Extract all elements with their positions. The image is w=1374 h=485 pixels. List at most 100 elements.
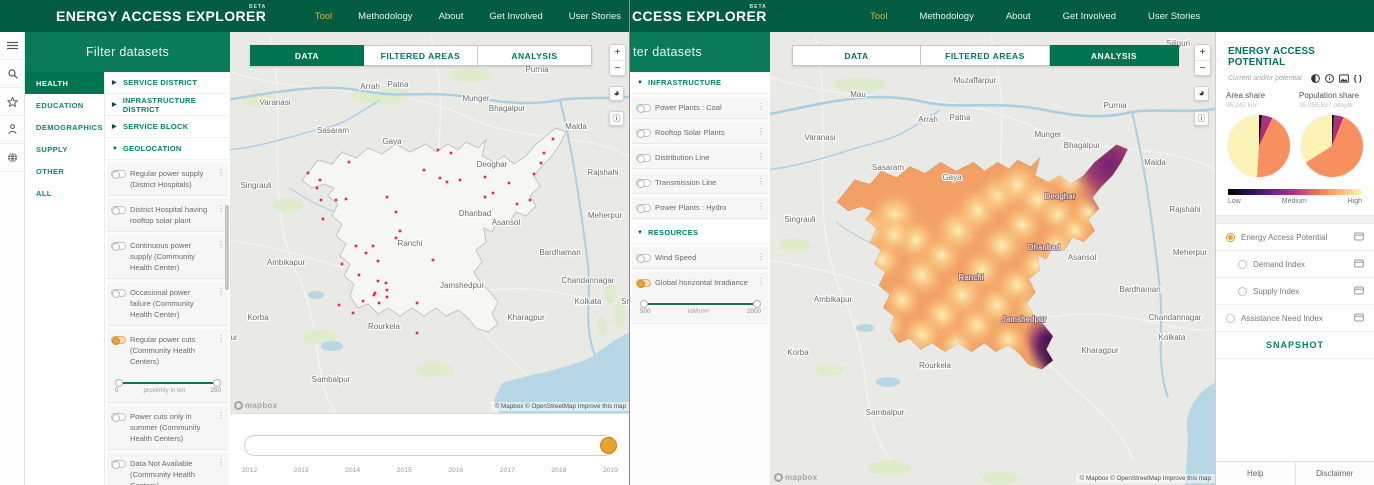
kebab-menu-icon[interactable]: ⋮: [757, 177, 765, 188]
mapbox-logo[interactable]: mapbox: [234, 401, 277, 410]
dataset-row[interactable]: Continuous power supply (Community Healt…: [107, 235, 228, 279]
radio-button[interactable]: [1226, 232, 1235, 242]
nav-item-methodology[interactable]: Methodology: [358, 11, 412, 22]
tab-analysis[interactable]: ANALYSIS: [1050, 45, 1179, 66]
dataset-toggle[interactable]: [111, 413, 126, 422]
app-logo[interactable]: ENERGY ACCESS EXPLORER BETA: [56, 4, 266, 24]
sidebar-category-health[interactable]: HEALTH: [25, 72, 104, 94]
kebab-menu-icon[interactable]: ⋮: [217, 411, 225, 444]
map-canvas[interactable]: SiliguriMuzaffarpurMauPurniaVaranasiArra…: [770, 32, 1215, 485]
scrollbar[interactable]: [225, 205, 229, 290]
index-option-demand-index[interactable]: Demand Index: [1216, 251, 1374, 278]
slider-knob-max[interactable]: [753, 299, 761, 308]
dataset-row[interactable]: Transmission Line ⋮: [632, 172, 768, 194]
kebab-menu-icon[interactable]: ⋮: [217, 458, 225, 485]
globe-icon[interactable]: [0, 144, 25, 172]
export-icon[interactable]: [1354, 255, 1364, 273]
star-icon[interactable]: [0, 88, 25, 116]
dataset-toggle[interactable]: [111, 289, 126, 298]
nav-item-get-involved[interactable]: Get Involved: [1063, 11, 1116, 22]
dataset-row[interactable]: Regular power cuts (Community Health Cen…: [107, 329, 228, 403]
code-icon[interactable]: { }: [1354, 74, 1362, 83]
export-icon[interactable]: [1354, 309, 1364, 327]
sidebar-category-all[interactable]: ALL: [25, 182, 104, 204]
list-icon[interactable]: [0, 32, 25, 60]
slider-knob-min[interactable]: [640, 299, 648, 308]
timeline-knob[interactable]: [600, 437, 617, 454]
slider-knob-min[interactable]: [115, 378, 123, 387]
contrast-icon[interactable]: [1310, 74, 1320, 83]
image-icon[interactable]: [1338, 74, 1349, 83]
nav-item-about[interactable]: About: [439, 11, 464, 22]
zoom-in-button[interactable]: +: [610, 45, 625, 60]
dataset-toggle[interactable]: [111, 242, 126, 251]
basemap-icon[interactable]: ◕: [609, 86, 624, 101]
kebab-menu-icon[interactable]: ⋮: [757, 102, 765, 113]
nav-item-get-involved[interactable]: Get Involved: [489, 11, 542, 22]
kebab-menu-icon[interactable]: ⋮: [757, 127, 765, 138]
dataset-row[interactable]: Data Not Available (Community Health Cen…: [107, 453, 228, 485]
dataset-toggle[interactable]: [636, 204, 651, 213]
radio-button[interactable]: [1238, 286, 1247, 296]
dataset-toggle[interactable]: [636, 254, 651, 263]
map-attribution[interactable]: © Mapbox © OpenStreetMap Improve this ma…: [490, 402, 629, 411]
kebab-menu-icon[interactable]: ⋮: [217, 287, 225, 320]
export-icon[interactable]: [1354, 282, 1364, 300]
map-attribution[interactable]: © Mapbox © OpenStreetMap Improve this ma…: [1075, 474, 1215, 483]
export-icon[interactable]: [1354, 228, 1364, 246]
nav-item-user-stories[interactable]: User Stories: [569, 11, 621, 22]
dataset-row[interactable]: Power Plants : Hydro ⋮: [632, 197, 768, 219]
dataset-group-service-district[interactable]: ▶ SERVICE DISTRICT: [105, 72, 230, 94]
dataset-row[interactable]: Distribution Line ⋮: [632, 147, 768, 169]
slider-knob-max[interactable]: [213, 378, 221, 387]
dataset-row[interactable]: Occasional power failure (Community Heal…: [107, 282, 228, 326]
footer-help-button[interactable]: Help: [1216, 462, 1295, 485]
dataset-row[interactable]: Regular power supply (District Hospitals…: [107, 163, 228, 196]
index-option-energy-access-potential[interactable]: Energy Access Potential: [1216, 224, 1374, 251]
sidebar-category-education[interactable]: EDUCATION: [25, 94, 104, 116]
sidebar-category-demographics[interactable]: DEMOGRAPHICS: [25, 116, 104, 138]
dataset-toggle[interactable]: [636, 129, 651, 138]
kebab-menu-icon[interactable]: ⋮: [757, 202, 765, 213]
dataset-toggle[interactable]: [111, 170, 126, 179]
search-icon[interactable]: [0, 60, 25, 88]
dataset-toggle[interactable]: [636, 154, 651, 163]
dataset-group-infrastructure[interactable]: ▼ INFRASTRUCTURE: [630, 72, 770, 94]
tab-filtered-areas[interactable]: FILTERED AREAS: [364, 45, 478, 66]
dataset-row[interactable]: Wind Speed ⋮: [632, 247, 768, 269]
tab-filtered-areas[interactable]: FILTERED AREAS: [921, 45, 1050, 66]
kebab-menu-icon[interactable]: ⋮: [757, 277, 765, 288]
mapbox-logo[interactable]: mapbox: [774, 473, 817, 482]
footer-disclaimer-button[interactable]: Disclaimer: [1294, 462, 1374, 485]
slider-track[interactable]: [115, 378, 221, 387]
dataset-row[interactable]: Rooftop Solar Plants ⋮: [632, 122, 768, 144]
map-canvas[interactable]: Varanasi Arrah Patna Purnia MungerBhagalpur M…: [230, 32, 630, 413]
info-icon[interactable]: ⓘ: [1194, 111, 1209, 126]
dataset-toggle[interactable]: [111, 336, 126, 345]
radio-button[interactable]: [1226, 313, 1235, 323]
dataset-toggle[interactable]: [636, 179, 651, 188]
kebab-menu-icon[interactable]: ⋮: [217, 168, 225, 190]
kebab-menu-icon[interactable]: ⋮: [757, 252, 765, 263]
tab-data[interactable]: DATA: [250, 45, 364, 66]
dataset-group-geolocation[interactable]: ▼ GEOLOCATION: [105, 138, 230, 160]
nav-item-about[interactable]: About: [1006, 11, 1031, 22]
nav-item-methodology[interactable]: Methodology: [919, 11, 973, 22]
zoom-out-button[interactable]: −: [610, 60, 625, 75]
radio-button[interactable]: [1238, 259, 1247, 269]
sidebar-category-supply[interactable]: SUPPLY: [25, 138, 104, 160]
index-option-supply-index[interactable]: Supply Index: [1216, 278, 1374, 305]
zoom-out-button[interactable]: −: [1195, 60, 1210, 75]
dataset-row[interactable]: District Hospital having rooftop solar p…: [107, 199, 228, 232]
info-icon[interactable]: [1324, 74, 1334, 83]
index-option-assistance-need-index[interactable]: Assistance Need Index: [1216, 305, 1374, 332]
slider-track[interactable]: [640, 299, 761, 308]
zoom-in-button[interactable]: +: [1195, 45, 1210, 60]
dataset-row[interactable]: Power Plants : Coal ⋮: [632, 97, 768, 119]
app-logo[interactable]: CCESS EXPLORER BETA: [632, 4, 767, 24]
kebab-menu-icon[interactable]: ⋮: [757, 152, 765, 163]
nav-item-tool[interactable]: Tool: [870, 11, 887, 22]
dataset-row[interactable]: Global horizontal Irradiance ⋮ 500 kWh/m² 20…: [632, 272, 768, 324]
nav-item-tool[interactable]: Tool: [315, 11, 332, 22]
kebab-menu-icon[interactable]: ⋮: [217, 334, 225, 367]
